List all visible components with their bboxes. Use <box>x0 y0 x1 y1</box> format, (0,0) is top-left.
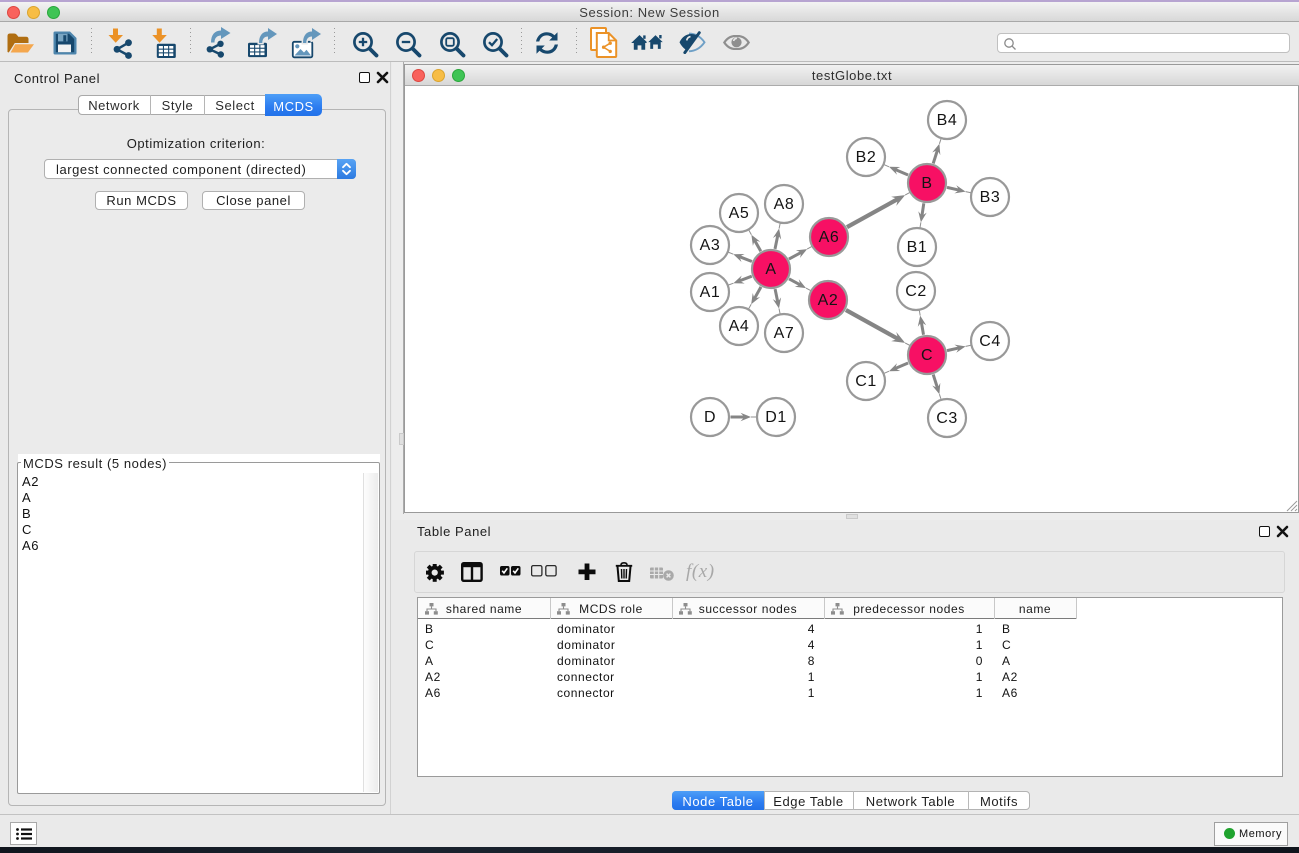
svg-text:A6: A6 <box>819 229 840 246</box>
svg-text:B3: B3 <box>980 189 1001 206</box>
svg-text:D1: D1 <box>765 409 787 426</box>
svg-text:B: B <box>921 175 932 192</box>
svg-text:D: D <box>704 409 716 426</box>
svg-text:A4: A4 <box>729 318 750 335</box>
svg-text:B2: B2 <box>856 149 877 166</box>
svg-text:C3: C3 <box>936 410 958 427</box>
svg-text:A5: A5 <box>729 205 750 222</box>
svg-text:A8: A8 <box>774 196 795 213</box>
svg-text:A: A <box>765 261 776 278</box>
svg-text:B1: B1 <box>907 239 928 256</box>
svg-text:C4: C4 <box>979 333 1001 350</box>
svg-text:B4: B4 <box>937 112 958 129</box>
svg-text:A7: A7 <box>774 325 795 342</box>
svg-text:C1: C1 <box>855 373 877 390</box>
svg-text:A1: A1 <box>700 284 721 301</box>
svg-text:C: C <box>921 347 933 364</box>
svg-text:C2: C2 <box>905 283 927 300</box>
svg-text:A2: A2 <box>818 292 839 309</box>
svg-text:A3: A3 <box>700 237 721 254</box>
